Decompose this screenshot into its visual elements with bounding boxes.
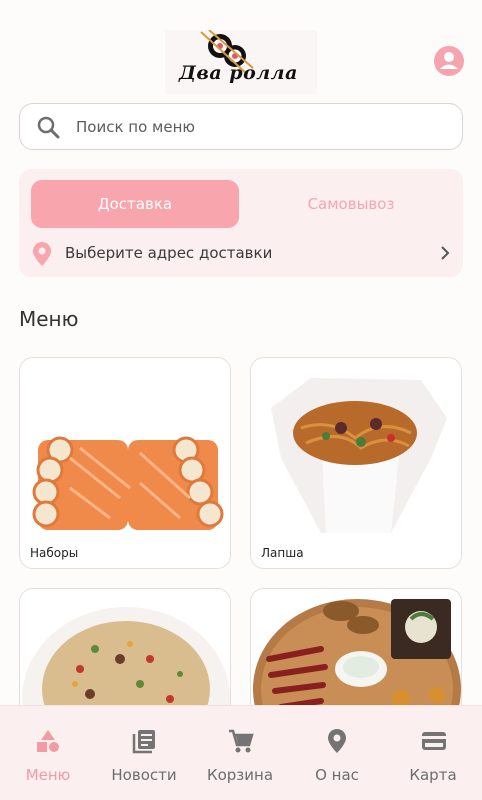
noodles-box-image [251, 358, 461, 538]
nav-item-cart[interactable]: Корзина [192, 706, 288, 800]
search-input[interactable] [76, 114, 446, 140]
menu-section-title: Меню [19, 307, 79, 331]
category-name: Лапша [261, 546, 304, 560]
news-icon [132, 730, 155, 754]
nav-item-menu[interactable]: Меню [0, 706, 96, 800]
chevron-right-icon [441, 246, 450, 260]
search-bar[interactable] [19, 103, 463, 150]
nav-label: Новости [111, 766, 177, 784]
brand-name: Два ролла [179, 62, 298, 84]
order-mode-panel: Доставка Самовывоз Выберите адрес достав… [19, 169, 463, 277]
nav-item-news[interactable]: Новости [96, 706, 192, 800]
cart-icon [229, 729, 254, 753]
nav-item-card[interactable]: Карта [385, 706, 481, 800]
nav-label: О нас [315, 766, 359, 784]
brand-logo[interactable]: Два ролла [165, 30, 317, 94]
credit-card-icon [422, 732, 446, 750]
nav-label: Корзина [206, 766, 274, 784]
nav-label: Карта [409, 766, 457, 784]
app-header: Два ролла [0, 0, 482, 100]
sushi-set-image [20, 358, 230, 538]
tab-pickup[interactable]: Самовывоз [251, 180, 451, 228]
search-icon [37, 116, 60, 139]
location-pin-icon [328, 729, 346, 753]
category-card-noodles[interactable]: Лапша [250, 357, 462, 569]
user-circle-icon [440, 52, 458, 69]
category-name: Наборы [30, 546, 79, 560]
shapes-icon [37, 730, 59, 752]
tab-pickup-label: Самовывоз [307, 195, 395, 213]
nav-item-about[interactable]: О нас [289, 706, 385, 800]
tab-delivery-label: Доставка [97, 195, 173, 213]
bottom-navigation: Меню Новости Корзина О нас Карта [0, 705, 482, 800]
location-pin-icon [33, 242, 51, 266]
address-selector[interactable]: Выберите адрес доставки [31, 239, 451, 269]
profile-button[interactable] [434, 46, 464, 76]
nav-label: Меню [25, 766, 71, 784]
address-prompt: Выберите адрес доставки [65, 244, 273, 262]
tab-delivery[interactable]: Доставка [31, 180, 239, 228]
category-card-sets[interactable]: Наборы [19, 357, 231, 569]
